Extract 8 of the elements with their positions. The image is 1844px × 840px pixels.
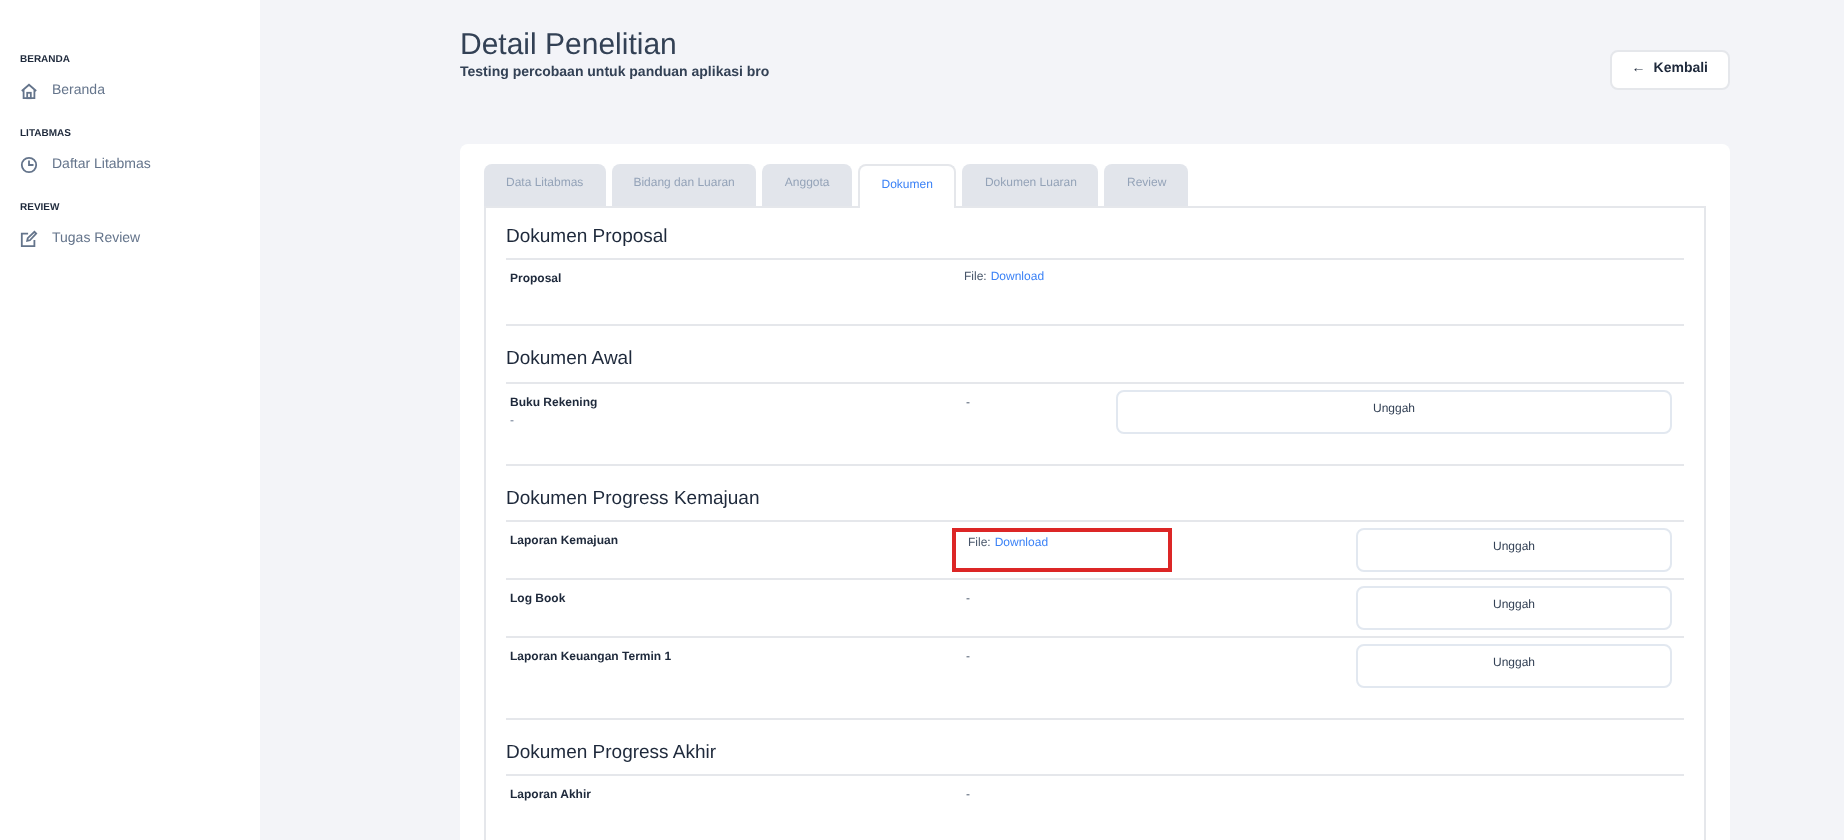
clock-icon	[20, 156, 38, 175]
section-title: Dokumen Progress Kemajuan	[506, 485, 1684, 522]
section-title: Dokumen Awal	[506, 346, 1684, 383]
section-title: Dokumen Progress Akhir	[506, 739, 1684, 776]
section-title: Dokumen Proposal	[506, 224, 1684, 261]
home-icon	[20, 82, 38, 101]
page-title: Detail Penelitian	[460, 28, 679, 64]
edit-icon	[20, 230, 38, 249]
